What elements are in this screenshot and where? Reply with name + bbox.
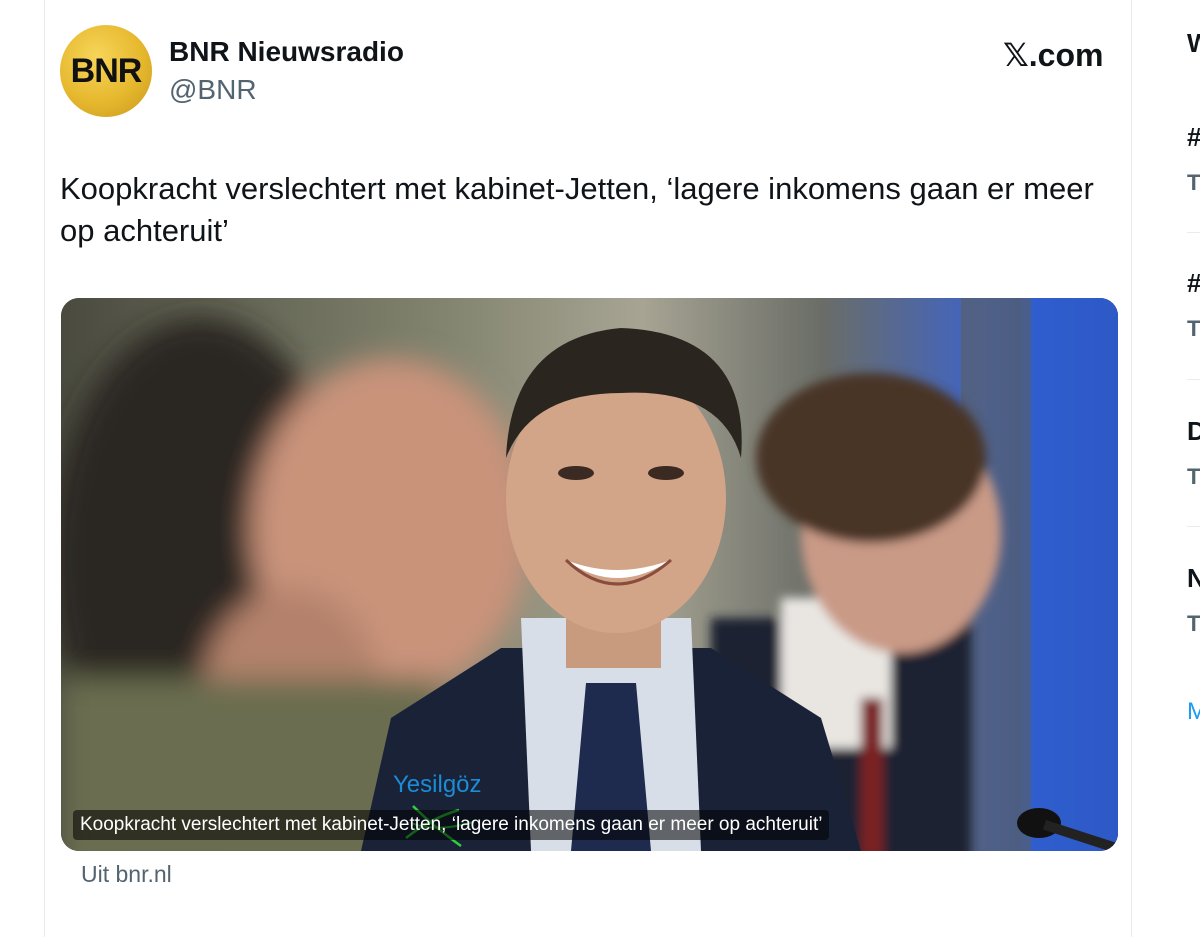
trend-item-title[interactable]: # bbox=[1187, 122, 1200, 153]
source-link[interactable]: Uit bnr.nl bbox=[81, 861, 172, 888]
trend-item-sub: T bbox=[1187, 611, 1200, 636]
photo-scene bbox=[61, 298, 1118, 851]
right-sidebar: W # T # T D T N T M bbox=[1133, 0, 1200, 937]
show-more-link[interactable]: M bbox=[1187, 698, 1200, 726]
user-handle[interactable]: @BNR bbox=[169, 74, 257, 106]
tweet-card[interactable]: BNR BNR Nieuwsradio @BNR 𝕏.com Koopkrach… bbox=[44, 0, 1132, 937]
divider bbox=[1187, 526, 1200, 527]
divider bbox=[1187, 379, 1200, 380]
x-com-link[interactable]: 𝕏.com bbox=[1003, 36, 1103, 74]
bnr-avatar[interactable]: BNR bbox=[60, 25, 152, 117]
divider bbox=[1187, 232, 1200, 233]
avatar-logo-text: BNR bbox=[70, 51, 143, 90]
trend-item-title[interactable]: # bbox=[1187, 268, 1200, 299]
trend-item-sub: T bbox=[1187, 464, 1200, 489]
handwritten-annotation: Yesilgöz bbox=[393, 771, 482, 798]
tweet-text: Koopkracht verslechtert met kabinet-Jett… bbox=[60, 171, 1094, 248]
trend-item-title[interactable]: D bbox=[1187, 416, 1200, 447]
trend-item-sub: T bbox=[1187, 170, 1200, 195]
tweet-image[interactable]: Koopkracht verslechtert met kabinet-Jett… bbox=[61, 298, 1118, 851]
display-name[interactable]: BNR Nieuwsradio bbox=[169, 36, 404, 68]
sidebar-heading: W bbox=[1187, 28, 1200, 58]
trend-item-title[interactable]: N bbox=[1187, 563, 1200, 594]
image-caption: Koopkracht verslechtert met kabinet-Jett… bbox=[73, 810, 830, 840]
trend-item-sub: T bbox=[1187, 316, 1200, 341]
